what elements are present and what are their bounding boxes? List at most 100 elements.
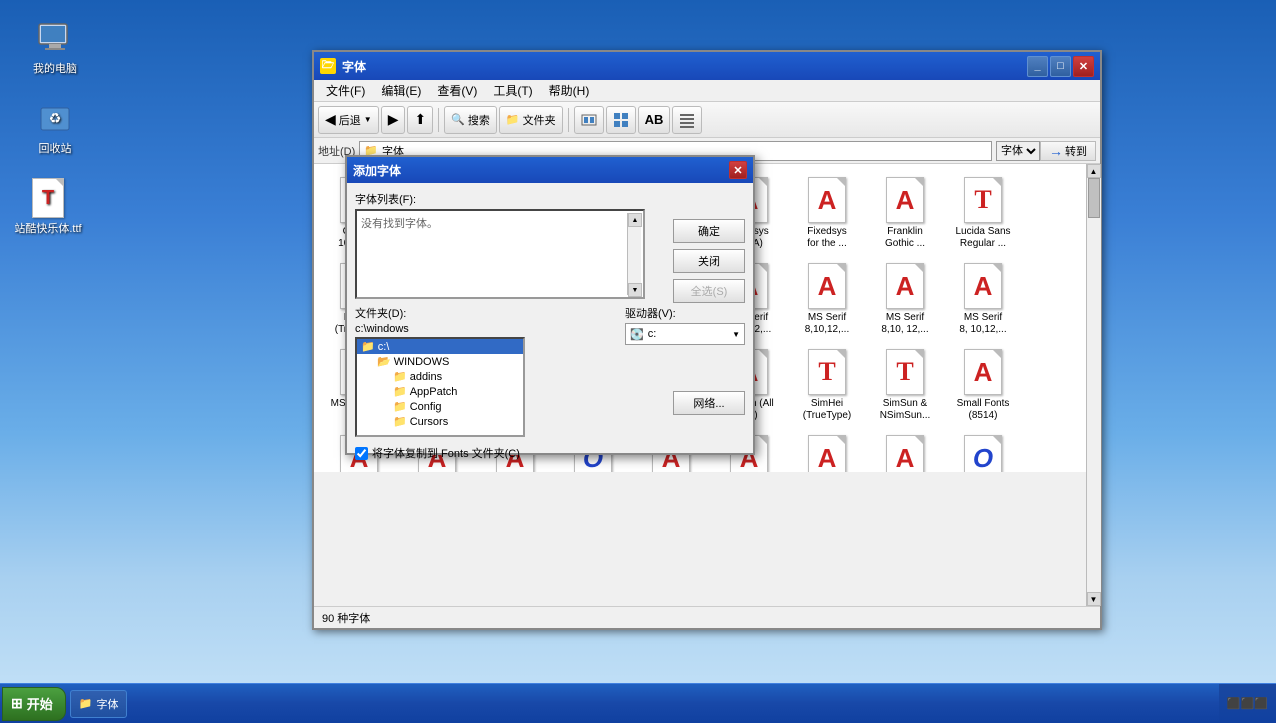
- cancel-button[interactable]: 关闭: [673, 249, 745, 273]
- menu-edit[interactable]: 编辑(E): [373, 80, 429, 101]
- taskbar: ⊞ 开始 📁 字体 ⬛⬛⬛: [0, 683, 1276, 723]
- desktop-icon-mycomputer[interactable]: 我的电脑: [20, 20, 90, 76]
- menu-view[interactable]: 查看(V): [429, 80, 485, 101]
- toolbar-separator-2: [568, 108, 569, 132]
- tree-item-config[interactable]: 📁 Config: [389, 399, 523, 414]
- font-item[interactable]: A MS Serif8,10,12,...: [790, 258, 864, 340]
- font-item[interactable]: A System(VGA): [868, 430, 942, 472]
- view-list-button[interactable]: [672, 106, 702, 134]
- maximize-button[interactable]: □: [1050, 56, 1071, 77]
- minimize-button[interactable]: _: [1027, 56, 1048, 77]
- font-item[interactable]: T SimHei(TrueType): [790, 344, 864, 426]
- address-dropdown[interactable]: 字体: [996, 141, 1040, 161]
- folder-col: 文件夹(D): c:\windows 📁 c:\ 📂 WINDOWS: [355, 305, 617, 437]
- folders-icon: 📁: [506, 113, 520, 126]
- tree-item-windows[interactable]: 📂 WINDOWS: [373, 354, 523, 369]
- menu-help[interactable]: 帮助(H): [541, 80, 598, 101]
- window-controls: _ □ ✕: [1027, 56, 1094, 77]
- listbox-scrollbar[interactable]: ▲ ▼: [627, 213, 641, 295]
- confirm-button[interactable]: 确定: [673, 219, 745, 243]
- font-item[interactable]: A Small Fonts(8514): [946, 344, 1020, 426]
- font-icon: A: [885, 176, 925, 224]
- search-button[interactable]: 🔍 搜索: [444, 106, 497, 134]
- tree-item-c[interactable]: 📁 c:\: [357, 339, 523, 354]
- font-item[interactable]: A FranklinGothic ...: [868, 172, 942, 254]
- tree-item-apppatch-label: AppPatch: [410, 386, 458, 398]
- scrollbar[interactable]: ▲ ▼: [1086, 164, 1100, 606]
- copy-to-fonts-checkbox[interactable]: [355, 447, 368, 460]
- view-tiles-button[interactable]: [606, 106, 636, 134]
- drive-select[interactable]: 💽 c: ▼: [625, 323, 745, 345]
- scroll-up-button[interactable]: ▲: [1087, 164, 1101, 178]
- search-icon: 🔍: [451, 113, 465, 126]
- toolbar: ◀ 后退 ▼ ▶ ⬆ 🔍 搜索 📁 文件夹: [314, 102, 1100, 138]
- folder-icon4: 📁: [393, 400, 407, 413]
- folders-button[interactable]: 📁 文件夹: [499, 106, 563, 134]
- font-icon: A: [807, 262, 847, 310]
- folder-tree[interactable]: 📁 c:\ 📂 WINDOWS 📁 addins 📁: [355, 337, 525, 437]
- tree-item-windows-label: WINDOWS: [394, 356, 450, 368]
- desktop-icon-recycle[interactable]: ♻ 回收站: [20, 100, 90, 156]
- scroll-down-button[interactable]: ▼: [1087, 592, 1101, 606]
- font-listbox-empty-text: 没有找到字体。: [361, 218, 438, 230]
- drive-col: 驱动器(V): 💽 c: ▼: [625, 305, 745, 437]
- font-icon: A: [885, 434, 925, 472]
- font-label: MS Serif8,10,12,...: [805, 312, 849, 336]
- menu-tools[interactable]: 工具(T): [485, 80, 540, 101]
- select-all-button[interactable]: 全选(S): [673, 279, 745, 303]
- desktop: 我的电脑 ♻ 回收站 T 站酷快乐体.ttf 🗁 字体 _ □: [0, 0, 1276, 723]
- font-item[interactable]: T SimSun &NSimSun...: [868, 344, 942, 426]
- back-dropdown-icon[interactable]: ▼: [364, 115, 372, 124]
- start-button[interactable]: ⊞ 开始: [2, 687, 66, 721]
- folder-icon2: 📁: [393, 370, 407, 383]
- copy-checkbox-row: 将字体复制到 Fonts 文件夹(C): [355, 445, 745, 461]
- view-ab-button[interactable]: AB: [638, 106, 671, 134]
- listbox-scroll-up[interactable]: ▲: [628, 213, 642, 227]
- font-icon: T: [963, 176, 1003, 224]
- font-icon: A: [963, 262, 1003, 310]
- folder-path: c:\windows: [355, 323, 617, 335]
- desktop-icon-font[interactable]: T 站酷快乐体.ttf: [8, 180, 88, 236]
- status-text: 90 种字体: [322, 610, 370, 626]
- add-font-dialog: 添加字体 ✕ 字体列表(F): 没有找到字体。 ▲ ▼: [345, 155, 755, 455]
- taskbar-item-fonts[interactable]: 📁 字体: [70, 690, 128, 718]
- font-label: SimHei(TrueType): [803, 398, 852, 422]
- network-button[interactable]: 网络...: [673, 391, 745, 415]
- view-filmstrip-button[interactable]: [574, 106, 604, 134]
- font-file-icon: T: [30, 180, 66, 216]
- font-item[interactable]: A MS Serif8,10, 12,...: [868, 258, 942, 340]
- forward-button[interactable]: ▶: [381, 106, 406, 134]
- font-item[interactable]: T Lucida SansRegular ...: [946, 172, 1020, 254]
- window-title-icon: 🗁: [320, 58, 336, 74]
- folder-open-icon: 📂: [377, 355, 391, 368]
- close-button[interactable]: ✕: [1073, 56, 1094, 77]
- copy-to-fonts-label: 将字体复制到 Fonts 文件夹(C): [372, 445, 520, 461]
- font-item[interactable]: A System (Set#6): [790, 430, 864, 472]
- dialog-titlebar: 添加字体 ✕: [347, 157, 753, 183]
- menu-file[interactable]: 文件(F): [318, 80, 373, 101]
- font-item[interactable]: A Fixedsysfor the ...: [790, 172, 864, 254]
- menu-bar: 文件(F) 编辑(E) 查看(V) 工具(T) 帮助(H): [314, 80, 1100, 102]
- go-button[interactable]: → 转到: [1040, 141, 1096, 161]
- taskbar-clock: ⬛⬛⬛: [1219, 684, 1276, 723]
- dialog-close-button[interactable]: ✕: [729, 161, 747, 179]
- folder-icon3: 📁: [393, 385, 407, 398]
- font-icon: A: [807, 176, 847, 224]
- font-label: Lucida SansRegular ...: [955, 226, 1010, 250]
- computer-icon: [37, 20, 73, 56]
- tree-item-addins[interactable]: 📁 addins: [389, 369, 523, 384]
- font-label: Fixedsysfor the ...: [807, 226, 846, 250]
- back-button[interactable]: ◀ 后退 ▼: [318, 106, 379, 134]
- drive-select-container: 💽 c: ▼: [625, 323, 745, 345]
- font-file-label: 站酷快乐体.ttf: [14, 220, 81, 236]
- tree-item-cursors[interactable]: 📁 Cursors: [389, 414, 523, 429]
- font-list-label: 字体列表(F):: [355, 194, 416, 206]
- font-item[interactable]: O Tahoma(TrueType): [946, 430, 1020, 472]
- tree-item-apppatch[interactable]: 📁 AppPatch: [389, 384, 523, 399]
- listbox-scroll-down[interactable]: ▼: [628, 283, 642, 297]
- font-listbox[interactable]: 没有找到字体。 ▲ ▼: [355, 209, 645, 299]
- font-item[interactable]: A MS Serif8, 10,12,...: [946, 258, 1020, 340]
- up-button[interactable]: ⬆: [407, 106, 433, 134]
- font-label: Small Fonts(8514): [957, 398, 1010, 422]
- scroll-thumb[interactable]: [1088, 178, 1100, 218]
